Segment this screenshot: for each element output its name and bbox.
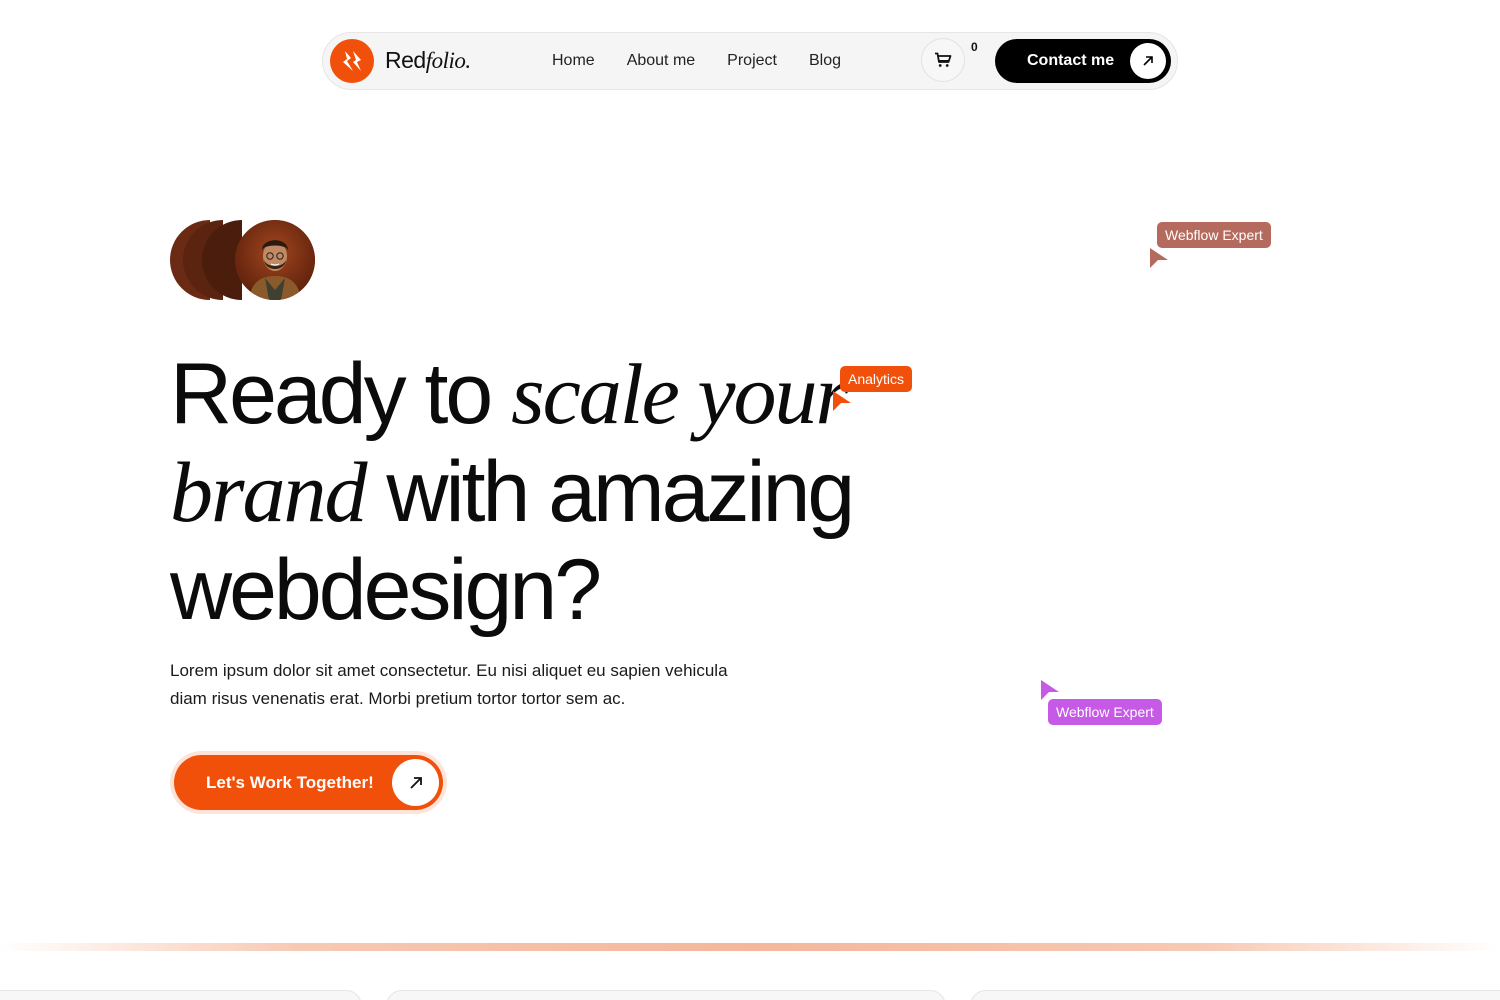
nav-link-blog[interactable]: Blog <box>809 52 841 70</box>
description-line2: diam risus venenatis erat. Morbi pretium… <box>170 689 626 708</box>
cart-icon <box>935 52 952 67</box>
contact-me-label: Contact me <box>1027 52 1115 69</box>
navbar: Redfolio. Home About me Project Blog 0 C… <box>322 32 1178 90</box>
brand-name-plain: Red <box>385 47 426 73</box>
analytics-tag: Analytics <box>840 366 913 392</box>
feature-card-3 <box>970 990 1500 1000</box>
headline-line2-italic: brand <box>170 444 367 540</box>
feature-card-2 <box>386 990 946 1000</box>
cart-button[interactable] <box>921 38 965 82</box>
nav-link-project[interactable]: Project <box>727 52 777 70</box>
headline-line3-plain: webdesign? <box>170 542 602 638</box>
lets-work-together-button[interactable]: Let's Work Together! <box>174 755 443 810</box>
description-line1: Lorem ipsum dolor sit amet consectetur. … <box>170 661 728 680</box>
portrait-image <box>235 220 315 300</box>
cursor-pointer-icon <box>1150 248 1168 268</box>
brand-name-italic: folio. <box>425 48 471 73</box>
nav-links: Home About me Project Blog <box>552 52 841 70</box>
nav-link-home[interactable]: Home <box>552 52 595 70</box>
hero-headline: Ready to scale your brand with amazing w… <box>170 345 890 639</box>
headline-line1-plain: Ready to <box>170 346 493 442</box>
avatar <box>235 220 315 300</box>
cta-label: Let's Work Together! <box>206 773 374 792</box>
cart-count: 0 <box>971 40 978 54</box>
headline-line1-italic: scale your <box>511 346 849 442</box>
page: Redfolio. Home About me Project Blog 0 C… <box>0 0 1500 1000</box>
headline-line2-plain: with amazing <box>386 444 855 540</box>
hero-description: Lorem ipsum dolor sit amet consectetur. … <box>170 657 770 713</box>
cursor-pointer-icon <box>833 391 851 411</box>
brand-name[interactable]: Redfolio. <box>385 47 471 74</box>
contact-me-button[interactable]: Contact me <box>995 39 1171 83</box>
arrow-up-right-icon <box>1130 43 1166 79</box>
redfolio-logo-icon[interactable] <box>330 39 374 83</box>
arrow-up-right-icon <box>392 759 439 806</box>
section-divider-glow <box>0 943 1500 951</box>
feature-card-1 <box>0 990 362 1000</box>
webflow-expert-tag-1: Webflow Expert <box>1157 222 1271 248</box>
nav-link-about-me[interactable]: About me <box>627 52 695 70</box>
webflow-expert-tag-2: Webflow Expert <box>1048 699 1162 725</box>
